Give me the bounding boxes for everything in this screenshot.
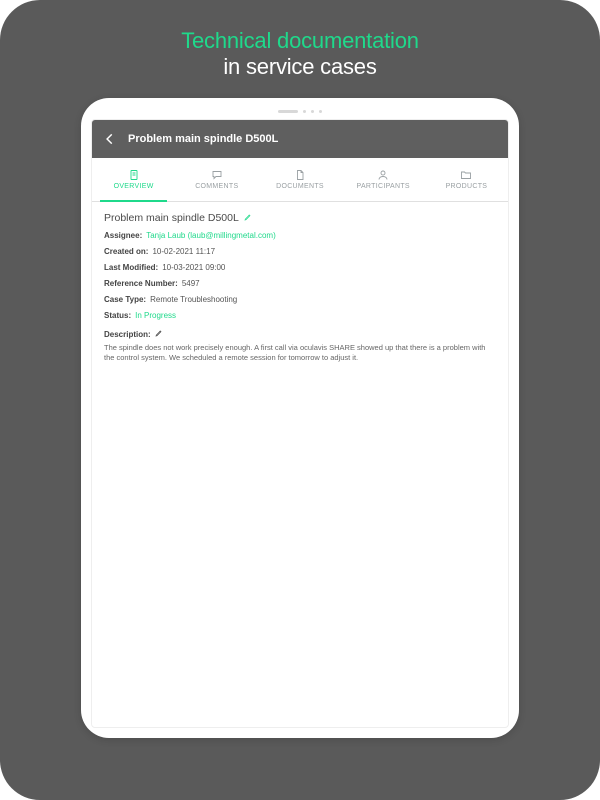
tab-label: COMMENTS: [195, 183, 238, 190]
field-label: Assignee:: [104, 231, 142, 241]
headline: Technical documentation in service cases: [181, 28, 419, 80]
description-header: Description:: [104, 329, 496, 339]
field-value: 10-03-2021 09:00: [162, 263, 225, 273]
overview-content: Problem main spindle D500L Assignee: Tan…: [92, 202, 508, 727]
tab-label: PARTICIPANTS: [357, 183, 410, 190]
appbar-title: Problem main spindle D500L: [128, 133, 278, 145]
tab-overview[interactable]: OVERVIEW: [92, 158, 175, 201]
field-label: Last Modified:: [104, 263, 158, 273]
headline-line-1: Technical documentation: [181, 28, 419, 54]
field-label: Case Type:: [104, 295, 146, 305]
status-value: In Progress: [135, 311, 176, 321]
field-label: Created on:: [104, 247, 148, 257]
case-title: Problem main spindle D500L: [104, 212, 239, 224]
tablet-notch: [91, 110, 509, 113]
tab-bar: OVERVIEW COMMENTS DOCUMENTS: [92, 158, 508, 202]
file-icon: [294, 169, 306, 181]
tab-label: DOCUMENTS: [276, 183, 324, 190]
field-label: Status:: [104, 311, 131, 321]
tab-participants[interactable]: PARTICIPANTS: [342, 158, 425, 201]
field-label: Reference Number:: [104, 279, 178, 289]
reference-row: Reference Number: 5497: [104, 279, 496, 289]
tab-comments[interactable]: COMMENTS: [175, 158, 258, 201]
back-button[interactable]: [102, 131, 118, 147]
tab-products[interactable]: PRODUCTS: [425, 158, 508, 201]
created-row: Created on: 10-02-2021 11:17: [104, 247, 496, 257]
edit-title-button[interactable]: [244, 212, 252, 224]
headline-line-2: in service cases: [181, 54, 419, 80]
description-text: The spindle does not work precisely enou…: [104, 343, 496, 363]
doc-icon: [128, 169, 140, 181]
status-row: Status: In Progress: [104, 311, 496, 321]
folder-icon: [460, 169, 472, 181]
edit-description-button[interactable]: [155, 329, 163, 339]
case-type-row: Case Type: Remote Troubleshooting: [104, 295, 496, 305]
promo-card: Technical documentation in service cases…: [0, 0, 600, 800]
description-label: Description:: [104, 330, 151, 339]
case-title-row: Problem main spindle D500L: [104, 212, 496, 224]
modified-row: Last Modified: 10-03-2021 09:00: [104, 263, 496, 273]
field-value: Remote Troubleshooting: [150, 295, 237, 305]
tab-documents[interactable]: DOCUMENTS: [258, 158, 341, 201]
field-value: 5497: [182, 279, 200, 289]
assignee-link[interactable]: Tanja Laub (laub@millingmetal.com): [146, 231, 276, 241]
chat-icon: [211, 169, 223, 181]
app-bar: Problem main spindle D500L: [92, 120, 508, 158]
assignee-row: Assignee: Tanja Laub (laub@millingmetal.…: [104, 231, 496, 241]
field-value: 10-02-2021 11:17: [152, 247, 215, 257]
tablet-frame: Problem main spindle D500L OVERVIEW COMM…: [81, 98, 519, 738]
app-screen: Problem main spindle D500L OVERVIEW COMM…: [91, 119, 509, 728]
tab-label: OVERVIEW: [114, 183, 154, 190]
user-icon: [377, 169, 389, 181]
tab-label: PRODUCTS: [446, 183, 488, 190]
